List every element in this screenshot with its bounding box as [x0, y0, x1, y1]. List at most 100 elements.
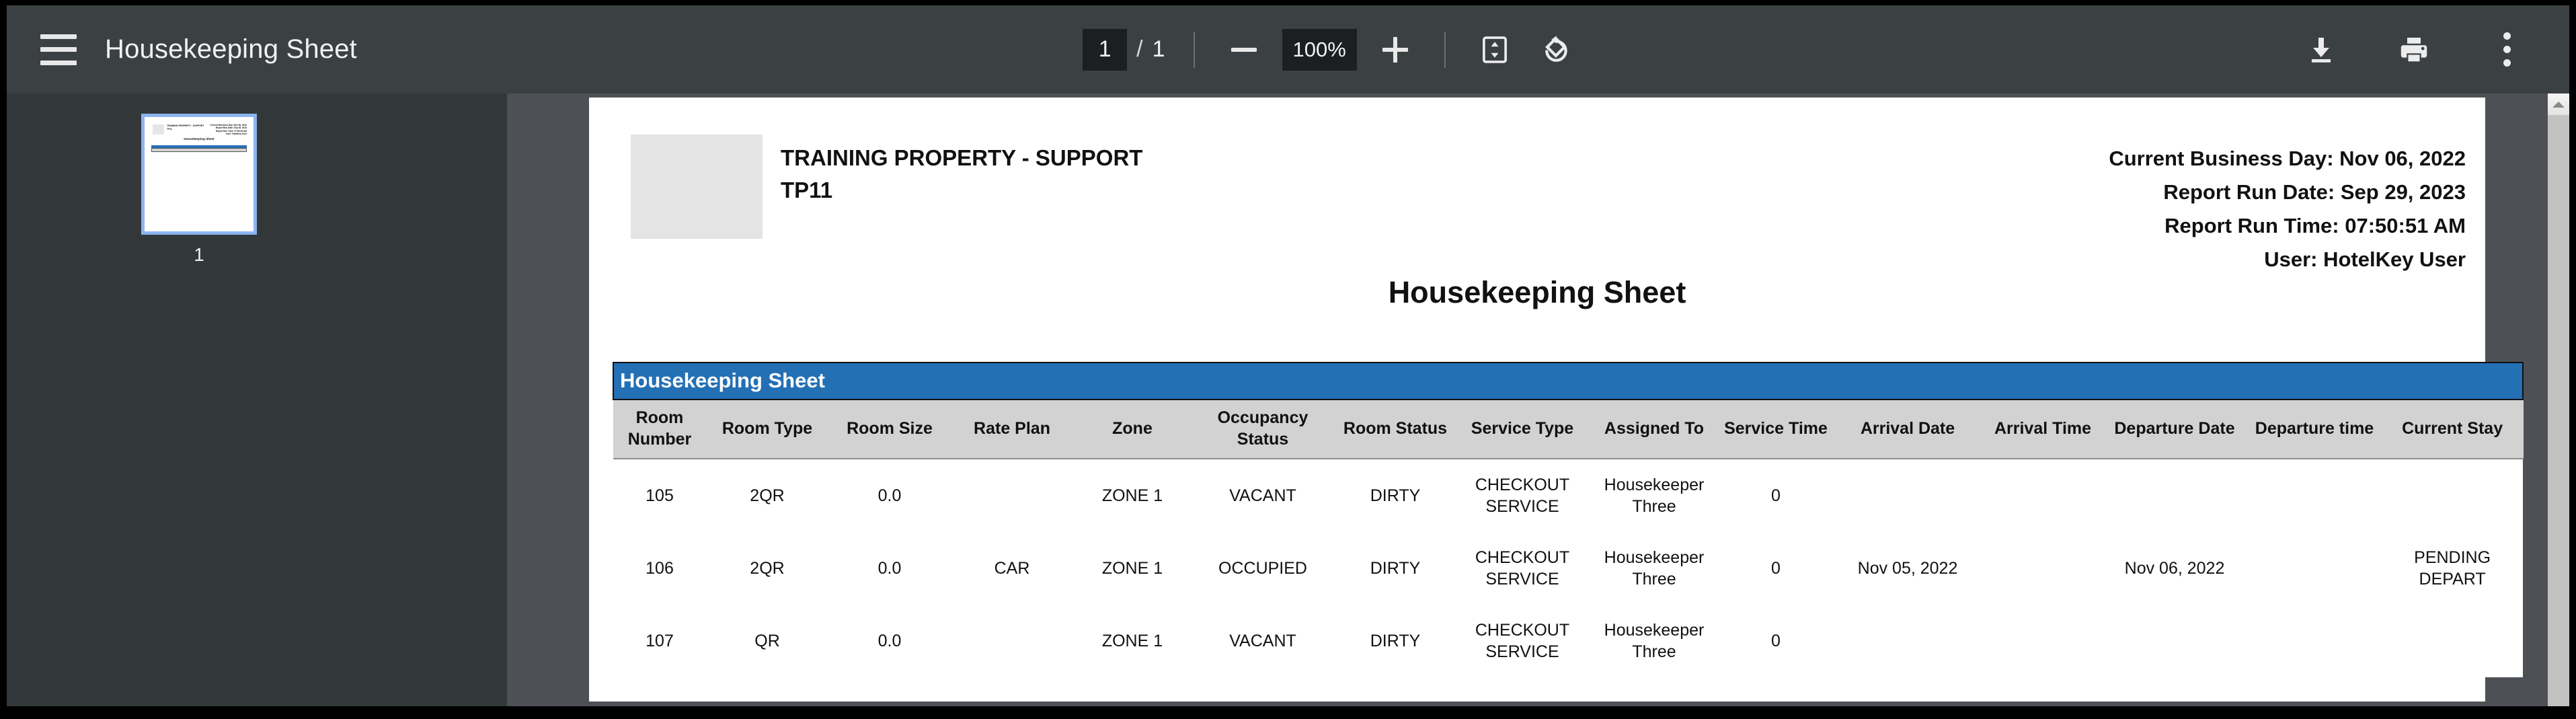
cell-room-number: 106 — [613, 532, 706, 605]
col-room-size: Room Size — [828, 400, 951, 459]
table-body: 105 2QR 0.0 ZONE 1 VACANT DIRTY CHECKOUT… — [613, 459, 2523, 677]
cell-service-time: 0 — [1720, 459, 1832, 532]
print-icon — [2398, 34, 2430, 66]
report-meta-block: Current Business Day: Nov 06, 2022 Repor… — [2109, 142, 2466, 276]
cell-room-type: 2QR — [706, 459, 828, 532]
more-options-button[interactable] — [2486, 29, 2528, 71]
toolbar-divider-2 — [1444, 32, 1446, 68]
cell-arrival-date: Nov 05, 2022 — [1832, 532, 1984, 605]
cell-occupancy-status: VACANT — [1192, 459, 1334, 532]
col-current-stay: Current Stay — [2382, 400, 2523, 459]
pdf-viewer-window: Housekeeping Sheet 1 / 1 100% — [7, 5, 2569, 706]
cell-occupancy-status: VACANT — [1192, 605, 1334, 677]
cell-departure-date — [2102, 605, 2247, 677]
cell-room-type: 2QR — [706, 532, 828, 605]
viewer-body: TRAINING PROPERTY - SUPPORT TP11 Current… — [7, 93, 2569, 706]
cell-room-number: 107 — [613, 605, 706, 677]
cell-service-time: 0 — [1720, 532, 1832, 605]
report-property-name: TRAINING PROPERTY - SUPPORT — [781, 142, 1142, 174]
thumb-property-name: TRAINING PROPERTY - SUPPORT — [167, 124, 204, 127]
thumb-table-header — [151, 148, 247, 152]
table-row: 105 2QR 0.0 ZONE 1 VACANT DIRTY CHECKOUT… — [613, 459, 2523, 532]
thumb-table-row — [151, 153, 247, 156]
col-zone: Zone — [1073, 400, 1192, 459]
thumbnail-frame-selected[interactable]: TRAINING PROPERTY - SUPPORT TP11 Current… — [141, 114, 257, 235]
scrollbar-up-button[interactable] — [2548, 93, 2569, 115]
housekeeping-table: Housekeeping Sheet Room Number Room Type… — [613, 362, 2524, 677]
cell-zone: ZONE 1 — [1073, 605, 1192, 677]
table-row: 106 2QR 0.0 CAR ZONE 1 OCCUPIED DIRTY CH… — [613, 532, 2523, 605]
thumbnail-sidebar: TRAINING PROPERTY - SUPPORT TP11 Current… — [7, 93, 507, 706]
thumb-property-code: TP11 — [167, 128, 172, 130]
thumb-report-title: Housekeeping Sheet — [145, 137, 253, 141]
cell-rate-plan: CAR — [951, 532, 1073, 605]
cell-current-stay: PENDING DEPART — [2382, 532, 2523, 605]
document-page: TRAINING PROPERTY - SUPPORT TP11 Current… — [589, 98, 2485, 702]
cell-occupancy-status: OCCUPIED — [1192, 532, 1334, 605]
cell-room-size: 0.0 — [828, 532, 951, 605]
col-departure-time: Departure time — [2247, 400, 2382, 459]
cell-service-time: 0 — [1720, 605, 1832, 677]
hamburger-menu-icon[interactable] — [40, 34, 77, 65]
cell-assigned-to: Housekeeper Three — [1588, 605, 1720, 677]
col-rate-plan: Rate Plan — [951, 400, 1073, 459]
toolbar-right-group — [2300, 29, 2569, 71]
cell-current-stay — [2382, 459, 2523, 532]
zoom-level-input[interactable]: 100% — [1282, 29, 1357, 71]
cell-rate-plan — [951, 605, 1073, 677]
thumb-meta: Current Business Day: Nov 06, 2022 Repor… — [210, 124, 247, 136]
cell-zone: ZONE 1 — [1073, 532, 1192, 605]
minus-icon — [1231, 48, 1257, 52]
cell-service-type: CHECKOUT SERVICE — [1456, 532, 1588, 605]
cell-room-type: QR — [706, 605, 828, 677]
col-arrival-date: Arrival Date — [1832, 400, 1984, 459]
cell-zone: ZONE 1 — [1073, 459, 1192, 532]
cell-room-size: 0.0 — [828, 459, 951, 532]
chevron-up-icon — [2552, 102, 2565, 108]
rotate-icon — [1538, 34, 1569, 65]
cell-arrival-time — [1984, 459, 2102, 532]
cell-assigned-to: Housekeeper Three — [1588, 532, 1720, 605]
table-band-row: Housekeeping Sheet — [613, 363, 2523, 400]
rotate-button[interactable] — [1533, 29, 1575, 71]
print-button[interactable] — [2393, 29, 2435, 71]
zoom-out-button[interactable] — [1223, 29, 1265, 71]
cell-room-status: DIRTY — [1334, 459, 1456, 532]
col-room-type: Room Type — [706, 400, 828, 459]
page-number-input[interactable]: 1 — [1083, 29, 1127, 71]
cell-room-status: DIRTY — [1334, 532, 1456, 605]
report-user: User: HotelKey User — [2109, 243, 2466, 276]
cell-departure-time — [2247, 605, 2382, 677]
col-room-status: Room Status — [1334, 400, 1456, 459]
plus-icon — [1382, 37, 1408, 63]
total-pages-label: 1 — [1153, 36, 1165, 63]
col-assigned-to: Assigned To — [1588, 400, 1720, 459]
cell-room-number: 105 — [613, 459, 706, 532]
col-departure-date: Departure Date — [2102, 400, 2247, 459]
cell-room-size: 0.0 — [828, 605, 951, 677]
cell-rate-plan — [951, 459, 1073, 532]
col-service-type: Service Type — [1456, 400, 1588, 459]
report-run-time: Report Run Time: 07:50:51 AM — [2109, 209, 2466, 243]
cell-arrival-date — [1832, 459, 1984, 532]
zoom-in-button[interactable] — [1374, 29, 1416, 71]
viewer-toolbar: Housekeeping Sheet 1 / 1 100% — [7, 5, 2569, 93]
current-business-day: Current Business Day: Nov 06, 2022 — [2109, 142, 2466, 176]
thumbnail-item[interactable]: TRAINING PROPERTY - SUPPORT TP11 Current… — [141, 114, 257, 266]
thumb-meta-line: User: HotelKey User — [210, 133, 247, 135]
report-property-block: TRAINING PROPERTY - SUPPORT TP11 — [781, 142, 1142, 206]
fit-to-page-button[interactable] — [1474, 29, 1516, 71]
cell-departure-time — [2247, 532, 2382, 605]
report-title: Housekeeping Sheet — [589, 275, 2485, 310]
col-service-time: Service Time — [1720, 400, 1832, 459]
download-button[interactable] — [2300, 29, 2342, 71]
thumbnail-page-label: 1 — [141, 244, 257, 266]
cell-departure-date — [2102, 459, 2247, 532]
report-run-date: Report Run Date: Sep 29, 2023 — [2109, 176, 2466, 209]
vertical-scrollbar[interactable] — [2548, 93, 2569, 706]
report-property-code: TP11 — [781, 174, 1142, 206]
cell-arrival-time — [1984, 532, 2102, 605]
document-viewport[interactable]: TRAINING PROPERTY - SUPPORT TP11 Current… — [507, 93, 2569, 706]
fit-to-page-icon — [1480, 35, 1510, 65]
cell-arrival-date — [1832, 605, 1984, 677]
